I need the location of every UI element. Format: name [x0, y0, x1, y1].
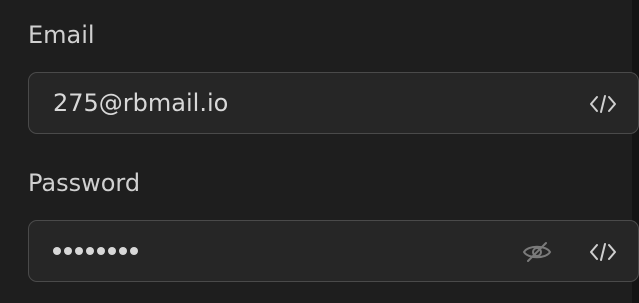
password-dot — [108, 247, 116, 255]
password-mask[interactable] — [53, 241, 138, 261]
email-field[interactable]: 275@rbmail.io — [28, 72, 639, 134]
password-field[interactable] — [28, 220, 639, 282]
code-icon[interactable] — [586, 235, 620, 269]
password-dot — [130, 247, 138, 255]
login-form: Email 275@rbmail.io Password — [0, 0, 639, 303]
password-label: Password — [28, 169, 141, 197]
password-dot — [97, 247, 105, 255]
email-value[interactable]: 275@rbmail.io — [53, 73, 228, 135]
password-dot — [64, 247, 72, 255]
password-dot — [119, 247, 127, 255]
password-dot — [53, 247, 61, 255]
code-icon[interactable] — [586, 87, 620, 121]
password-dot — [86, 247, 94, 255]
eye-off-icon[interactable] — [521, 237, 553, 267]
email-label: Email — [28, 21, 95, 49]
password-dot — [75, 247, 83, 255]
